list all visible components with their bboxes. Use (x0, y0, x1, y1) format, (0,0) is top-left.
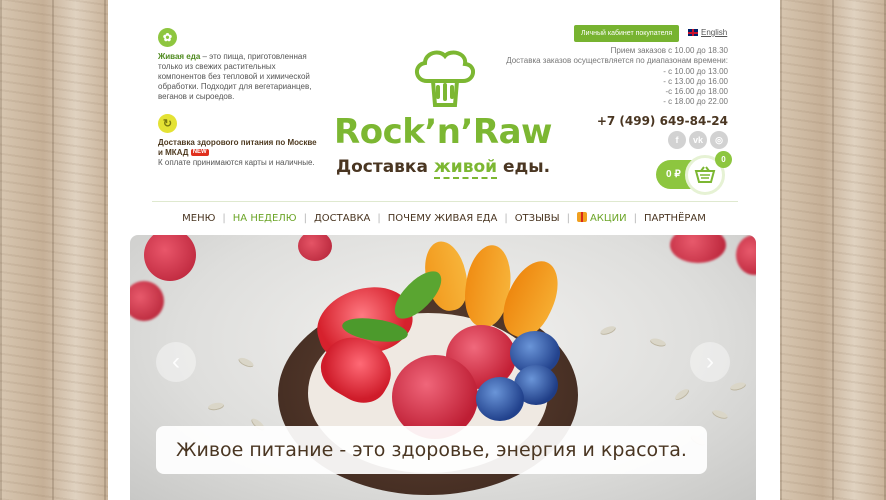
hero-caption: Живое питание - это здоровье, энергия и … (156, 426, 707, 474)
seed-image (649, 337, 667, 348)
nav-item-week[interactable]: НА НЕДЕЛЮ (226, 213, 304, 224)
cart-count-badge: 0 (715, 151, 732, 168)
main-nav: МЕНЮ | НА НЕДЕЛЮ | ДОСТАВКА | ПОЧЕМУ ЖИВ… (108, 212, 780, 224)
seed-image (237, 355, 255, 370)
page-container: ✿ Живая еда – это пища, приготовленная т… (108, 0, 780, 500)
seed-image (207, 401, 225, 412)
time-slot: - с 18.00 до 22.00 (663, 97, 728, 107)
nav-item-delivery[interactable]: ДОСТАВКА (307, 213, 377, 224)
logo-wordmark[interactable]: Rock’n’Raw (323, 112, 563, 152)
info-live-food: ✿ Живая еда – это пища, приготовленная т… (158, 28, 323, 102)
basket-icon (694, 166, 716, 183)
nav-item-why[interactable]: ПОЧЕМУ ЖИВАЯ ЕДА (381, 213, 505, 224)
phone-number[interactable]: +7 (499) 649-84-24 (597, 114, 728, 128)
time-slot: -с 16.00 до 18.00 (665, 87, 729, 97)
language-label[interactable]: English (701, 28, 727, 37)
live-food-description: Живая еда – это пища, приготовленная тол… (158, 52, 312, 101)
leaf-icon: ✿ (158, 28, 177, 47)
raspberry-image (298, 235, 332, 261)
header-divider (152, 201, 738, 202)
raspberry-image (144, 235, 196, 281)
social-links: f vk ◎ (668, 131, 728, 149)
delivery-title: Доставка здорового питания по Москве и М… (158, 138, 317, 157)
new-badge: NEW (190, 149, 209, 157)
uk-flag-icon (688, 29, 698, 36)
seed-image (599, 324, 617, 337)
nav-item-reviews[interactable]: ОТЗЫВЫ (508, 213, 567, 224)
delivery-icon: ↻ (158, 114, 177, 133)
raspberry-image (670, 235, 726, 263)
info-delivery: ↻ Доставка здорового питания по Москве и… (158, 114, 323, 168)
nav-item-promo[interactable]: АКЦИИ (570, 212, 634, 224)
delivery-description: Доставка здорового питания по Москве и М… (158, 138, 323, 168)
time-slot: - с 10.00 до 13.00 (663, 66, 728, 76)
blueberry-image (476, 377, 524, 421)
raspberry-image (736, 235, 756, 275)
time-slot: - с 13.00 до 16.00 (663, 76, 728, 86)
seed-image (711, 408, 729, 421)
raspberry-image (130, 281, 164, 321)
slider-prev-button[interactable]: ‹ (156, 342, 196, 382)
tagline-highlight: живой (433, 157, 498, 179)
seed-image (729, 381, 747, 392)
instagram-icon[interactable]: ◎ (710, 131, 728, 149)
payment-note: К оплате принимаются карты и наличные. (158, 158, 315, 167)
tagline: Доставка живой еды. (335, 157, 551, 179)
nav-item-partners[interactable]: ПАРТНЁРАМ (637, 213, 713, 224)
account-button[interactable]: Личный кабинет покупателя (574, 25, 680, 42)
facebook-icon[interactable]: f (668, 131, 686, 149)
language-switch[interactable]: English (688, 28, 727, 37)
gift-icon (576, 212, 587, 222)
vk-icon[interactable]: vk (689, 131, 707, 149)
hero-slider[interactable]: ‹ › Живое питание - это здоровье, энерги… (130, 235, 756, 500)
nav-item-menu[interactable]: МЕНЮ (175, 213, 222, 224)
seed-image (673, 387, 691, 402)
wood-background-right (780, 0, 886, 500)
slider-next-button[interactable]: › (690, 342, 730, 382)
wood-background-left (0, 0, 108, 500)
order-hours: Прием заказов с 10.00 до 18.30 Доставка … (468, 46, 728, 108)
